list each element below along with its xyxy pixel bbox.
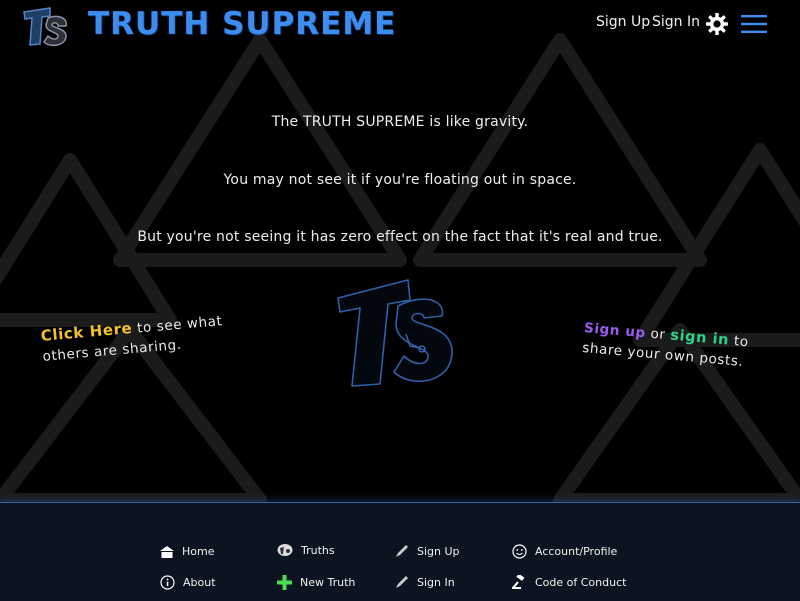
pen-icon	[396, 576, 408, 588]
hamburger-menu-icon[interactable]	[741, 14, 767, 34]
pen-icon	[396, 545, 408, 557]
message-line-1: The TRUTH SUPREME is like gravity.	[271, 114, 529, 130]
cta-signin-link[interactable]: sign in	[670, 328, 730, 349]
footer-signup-link[interactable]: Sign Up	[395, 544, 460, 558]
header-signup-link[interactable]: Sign Up	[596, 14, 650, 30]
footer-signin-link[interactable]: Sign In	[395, 575, 455, 589]
footer-about-label: About	[183, 576, 216, 589]
message-line-2: You may not see it if you're floating ou…	[223, 172, 577, 188]
footer-code-of-conduct-label: Code of Conduct	[535, 575, 627, 589]
footer-code-of-conduct-link[interactable]: Code of Conduct	[512, 575, 626, 589]
site-title[interactable]: TRUTH SUPREME	[88, 6, 396, 42]
gear-icon[interactable]	[705, 12, 729, 36]
footer-truths-link[interactable]: Truths	[277, 543, 335, 557]
ts-logo-icon[interactable]	[20, 4, 72, 50]
header-signin-link[interactable]: Sign In	[652, 14, 700, 30]
footer-home-link[interactable]: Home	[160, 545, 214, 558]
info-icon	[160, 575, 175, 590]
ts-center-logo	[337, 279, 453, 387]
plus-icon	[277, 575, 292, 590]
message-line-3: But you're not seeing it has zero effect…	[137, 229, 663, 245]
truths-icon	[277, 544, 293, 556]
header: TRUTH SUPREME Sign Up Sign In	[0, 0, 800, 52]
footer-signup-label: Sign Up	[417, 544, 460, 558]
cta-or-text: or	[645, 325, 672, 344]
home-icon	[160, 545, 174, 558]
gavel-icon	[512, 575, 525, 589]
smiley-icon	[512, 544, 527, 559]
footer-about-link[interactable]: About	[160, 575, 216, 590]
footer-new-truth-label: New Truth	[300, 576, 356, 589]
footer-home-label: Home	[182, 545, 215, 558]
footer-signin-label: Sign In	[417, 575, 455, 589]
footer-truths-label: Truths	[301, 543, 335, 557]
footer-account-link[interactable]: Account/Profile	[512, 544, 617, 559]
footer-nav: Home Truths Sign Up Account/Profile Abou…	[0, 502, 800, 601]
footer-account-label: Account/Profile	[535, 545, 618, 558]
cta-signup-link[interactable]: Sign up	[583, 320, 646, 341]
footer-new-truth-link[interactable]: New Truth	[277, 575, 355, 590]
